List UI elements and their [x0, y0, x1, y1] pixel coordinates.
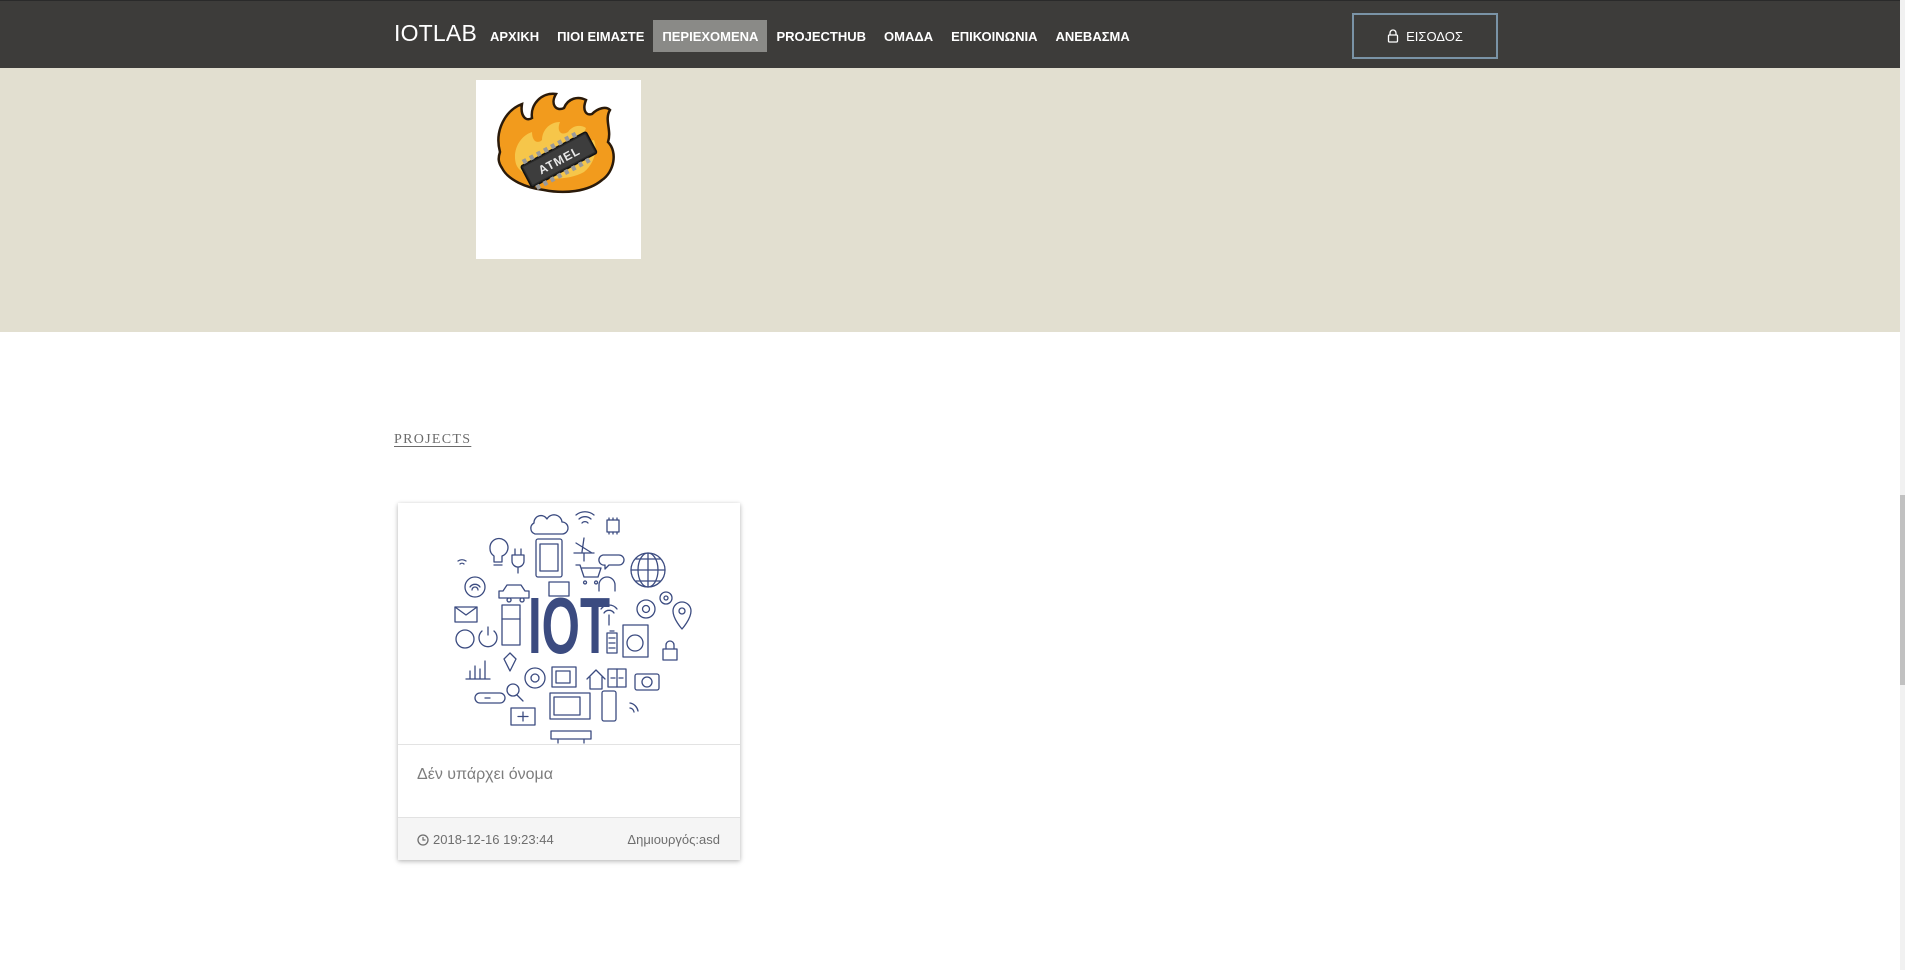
brand-logo[interactable]: IOTLAB — [394, 20, 477, 47]
iot-icons-illustration: IOT — [454, 511, 692, 744]
nav-item-contact[interactable]: ΕΠΙΚΟΙΝΩΝΙΑ — [942, 20, 1046, 52]
nav-item-team[interactable]: ΟΜΑΔΑ — [875, 20, 942, 52]
top-navbar: IOTLAB ΑΡΧΙΚΗ ΠΙΟΙ ΕΙΜΑΣΤΕ ΠΕΡΙΕΧΟΜΕΝΑ P… — [0, 0, 1900, 68]
project-card-date: 2018-12-16 19:23:44 — [417, 832, 554, 847]
logo-card: ATMEL — [476, 80, 641, 259]
page-scrollbar-thumb[interactable] — [1900, 495, 1905, 685]
main-nav: ΑΡΧΙΚΗ ΠΙΟΙ ΕΙΜΑΣΤΕ ΠΕΡΙΕΧΟΜΕΝΑ PROJECTH… — [481, 20, 1139, 52]
nav-item-contents[interactable]: ΠΕΡΙΕΧΟΜΕΝΑ — [653, 20, 768, 52]
project-card-creator: Δημιουργός:asd — [627, 832, 720, 847]
project-card[interactable]: IOT Δέν υπάρχει όνομα 2018-12-16 19:23:4… — [398, 503, 740, 860]
page-scrollbar-track[interactable] — [1900, 0, 1905, 970]
nav-item-home[interactable]: ΑΡΧΙΚΗ — [481, 20, 548, 52]
burning-chip-logo: ATMEL — [497, 92, 615, 194]
project-card-footer: 2018-12-16 19:23:44 Δημιουργός:asd — [398, 817, 740, 860]
project-card-image[interactable]: IOT — [398, 503, 740, 745]
hero-band: ATMEL — [0, 68, 1900, 332]
nav-item-about[interactable]: ΠΙΟΙ ΕΙΜΑΣΤΕ — [548, 20, 653, 52]
login-button-label: ΕΙΣΟΔΟΣ — [1406, 28, 1463, 44]
project-card-date-text: 2018-12-16 19:23:44 — [433, 832, 554, 847]
project-card-title[interactable]: Δέν υπάρχει όνομα — [417, 766, 553, 784]
lock-icon — [1387, 29, 1399, 43]
nav-item-upload[interactable]: ΑΝΕΒΑΣΜΑ — [1046, 20, 1138, 52]
login-button[interactable]: ΕΙΣΟΔΟΣ — [1352, 13, 1498, 59]
iot-image-label: IOT — [528, 581, 610, 670]
projects-section-title[interactable]: PROJECTS — [394, 432, 471, 448]
clock-icon — [417, 833, 429, 846]
nav-item-projecthub[interactable]: PROJECTHUB — [767, 20, 875, 52]
